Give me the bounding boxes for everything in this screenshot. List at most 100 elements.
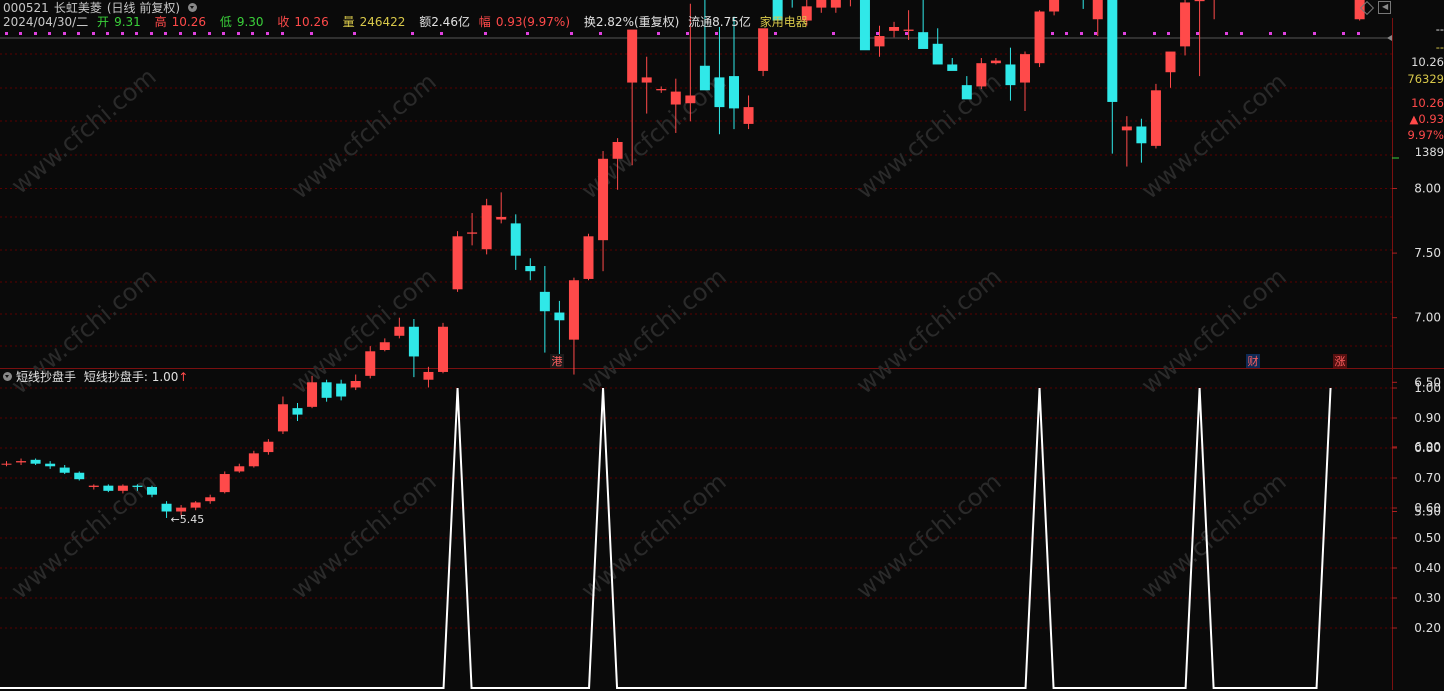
candle: [990, 58, 1001, 65]
candle-body: [307, 382, 318, 407]
candle-body: [1, 463, 12, 465]
right-dash-1: --: [1435, 22, 1444, 36]
candle: [423, 366, 434, 388]
candle-body: [147, 486, 157, 495]
candle-body: [16, 461, 27, 463]
candle: [889, 21, 900, 38]
marker-dot: [1065, 32, 1068, 35]
candle-body: [103, 485, 114, 491]
marker-dot: [5, 32, 8, 35]
right-price: 10.26: [1411, 55, 1444, 69]
candle: [874, 25, 885, 57]
candle-body: [205, 497, 216, 502]
stock-chart-app: 8.00 7.50 7.00 6.50 6.00 5.50 1.00 0.90 0.80 0.70…: [0, 0, 1444, 691]
watermark: www.cfchi.com: [6, 467, 162, 604]
candle: [1, 461, 12, 467]
indicator-axis-label: 0.40: [1414, 561, 1441, 575]
watermark: www.cfchi.com: [851, 467, 1007, 604]
candle-body: [1150, 90, 1161, 146]
candle-body: [1136, 126, 1147, 144]
indicator-dropdown-icon[interactable]: [3, 372, 12, 381]
open-label: 开: [97, 15, 110, 29]
tag-cai: 财: [1248, 354, 1259, 368]
stock-name[interactable]: 长虹美菱: [54, 1, 102, 15]
candle: [88, 484, 99, 490]
candle-body: [1165, 51, 1176, 73]
candle: [859, 0, 870, 51]
dropdown-icon[interactable]: [188, 3, 198, 12]
candle: [1034, 10, 1045, 68]
candle-body: [248, 453, 259, 467]
marker-dot: [353, 32, 356, 35]
change-value: 0.93(9.97%): [495, 15, 571, 29]
marker-dot: [208, 32, 211, 35]
candle-body: [859, 0, 870, 51]
candle-body: [903, 29, 914, 31]
candle-body: [132, 485, 143, 487]
marker-dot: [121, 32, 124, 35]
candle: [1082, 0, 1084, 9]
marker-dot: [222, 32, 225, 35]
indicator-name[interactable]: 短线抄盘手: [16, 370, 76, 384]
candle-body: [1180, 2, 1191, 47]
candle-body: [758, 28, 769, 71]
marker-dot: [179, 32, 182, 35]
marker-dot: [657, 32, 660, 35]
candle-body: [1049, 0, 1060, 12]
candle-body: [568, 280, 579, 340]
candle-body: [1034, 11, 1045, 64]
watermark: www.cfchi.com: [286, 67, 442, 204]
candle-body: [816, 0, 827, 8]
candle-body: [714, 77, 725, 108]
candle: [849, 0, 851, 7]
marker-dot: [1167, 32, 1170, 35]
indicator-axis-label: 0.60: [1414, 501, 1441, 515]
candle: [961, 76, 972, 100]
marker-dot: [193, 32, 196, 35]
trade-date: 2024/04/30/二: [3, 15, 89, 29]
chevron-left-icon[interactable]: ◀: [1382, 3, 1388, 11]
right-dash-2: --: [1435, 40, 1444, 54]
candle: [758, 28, 769, 77]
marker-dot: [1240, 32, 1243, 35]
right-price-2: 10.26: [1411, 96, 1444, 110]
candle-body: [874, 36, 885, 47]
marker-dot: [440, 32, 443, 35]
candle: [525, 258, 536, 281]
candle-body: [336, 383, 347, 397]
marker-dot: [1094, 32, 1097, 35]
indicator-axis-label: 0.20: [1414, 621, 1441, 635]
candle-body: [539, 291, 550, 312]
candle-body: [176, 507, 187, 512]
marker-dot: [106, 32, 109, 35]
sector-link[interactable]: 家用电器: [760, 15, 808, 29]
candle: [205, 494, 216, 504]
volume-value: 246422: [359, 15, 406, 29]
candle: [16, 458, 27, 465]
candle-body: [1107, 0, 1118, 102]
candle-body: [219, 474, 230, 493]
candle: [379, 338, 390, 352]
candle: [1180, 0, 1191, 56]
close-value: 10.26: [294, 15, 329, 29]
candle: [103, 484, 114, 493]
marker-dot: [48, 32, 51, 35]
candle: [336, 379, 347, 401]
stock-code[interactable]: 000521: [3, 1, 49, 15]
marker-dot: [1342, 32, 1345, 35]
candle: [729, 16, 739, 130]
candle-body: [481, 205, 492, 250]
candle-body: [1005, 64, 1016, 86]
candle-body: [976, 63, 987, 87]
candle-body: [408, 326, 419, 357]
high-label: 高: [154, 15, 167, 29]
marker-dot: [150, 32, 153, 35]
candle: [467, 213, 478, 246]
candle-body: [641, 77, 652, 83]
chart-mode: (日线 前复权): [106, 1, 181, 15]
candle: [496, 192, 507, 224]
low-price-marker: ←5.45: [171, 513, 205, 526]
candle-body: [598, 158, 609, 241]
candle: [277, 396, 288, 434]
candle-body: [510, 223, 521, 256]
